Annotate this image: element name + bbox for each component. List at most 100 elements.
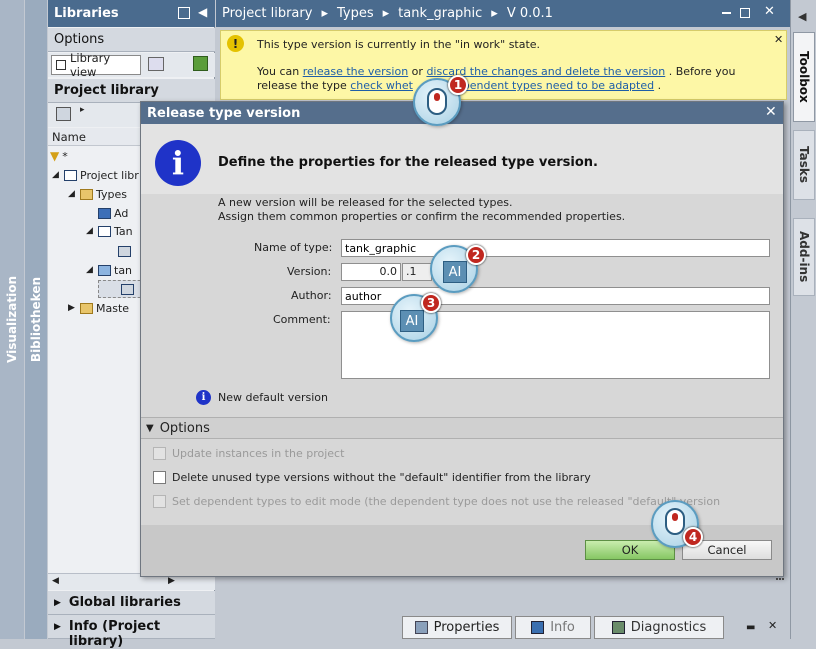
close-icon[interactable]: ✕: [764, 4, 775, 19]
scroll-left-icon[interactable]: ◀: [52, 576, 59, 586]
step-2-badge: 2: [466, 245, 486, 265]
warning-text: or: [411, 65, 423, 78]
addins-tab-label: Add-ins: [797, 231, 811, 283]
breadcrumb-types[interactable]: Types: [337, 6, 374, 21]
tree-tank-1[interactable]: ◢ Tan: [86, 222, 133, 240]
text-cursor-icon: AI: [400, 310, 424, 332]
link-text: dependent types need to be adapted: [449, 79, 655, 92]
properties-icon: [414, 621, 428, 634]
author-label: Author:: [291, 289, 332, 302]
breadcrumb-tank-graphic[interactable]: tank_graphic: [398, 6, 482, 21]
toolbox-tab-label: Toolbox: [797, 51, 811, 103]
version-minor-value: .1: [406, 265, 417, 278]
right-strip-arrow-icon[interactable]: ◀: [798, 10, 806, 23]
step-3-badge: 3: [421, 293, 441, 313]
options-section-header[interactable]: ▼ Options: [141, 417, 783, 439]
expand-icon[interactable]: ▶: [68, 303, 77, 313]
addins-tab[interactable]: Add-ins: [793, 218, 815, 296]
info-project-library-label: Info (Project library): [68, 619, 161, 649]
bottom-tab-bar: Properties Info Diagnostics ▬ ✕: [216, 614, 790, 639]
dialog-header-area: i Define the properties for the released…: [141, 124, 783, 194]
update-instances-checkbox: [153, 447, 166, 460]
pane-arrow-icon[interactable]: ◀: [198, 5, 207, 19]
dialog-close-icon[interactable]: ✕: [765, 104, 777, 120]
properties-label: Properties: [433, 620, 500, 635]
tree-label: Project libr: [80, 168, 139, 182]
minimize-icon[interactable]: [722, 12, 731, 14]
collapse-icon[interactable]: ◢: [86, 226, 95, 236]
warning-close-icon[interactable]: ✕: [774, 33, 783, 46]
libraries-title: Libraries: [54, 6, 119, 21]
warning-line2: You can release the version or discard t…: [257, 65, 735, 78]
global-libraries-label: Global libraries: [68, 595, 181, 610]
tree-tank-2[interactable]: ◢ tan: [86, 261, 132, 279]
library-add-icon[interactable]: [193, 56, 208, 71]
project-library-label: Project library: [54, 83, 159, 98]
bibliotheken-tab[interactable]: Bibliotheken: [25, 0, 47, 639]
default-version-info-icon: i: [196, 390, 211, 405]
warning-text: release the type: [257, 79, 347, 92]
option-delete-unused[interactable]: Delete unused type versions without the …: [153, 471, 591, 484]
editor-breadcrumb-bar: Project library ▸ Types ▸ tank_graphic ▸…: [216, 0, 790, 27]
info-label: Info: [550, 620, 575, 635]
breadcrumb-version[interactable]: V 0.0.1: [507, 6, 553, 21]
diagnostics-tab[interactable]: Diagnostics: [594, 616, 724, 639]
breadcrumb-arrow-icon: ▸: [321, 6, 328, 21]
comment-label: Comment:: [273, 313, 331, 326]
tree-tank-1-version[interactable]: [118, 242, 131, 260]
check-dependent-link[interactable]: check whet dependent types need to be ada…: [350, 79, 654, 92]
delete-unused-checkbox[interactable]: [153, 471, 166, 484]
bottom-minimize-icon[interactable]: ▬: [746, 622, 755, 633]
breadcrumb-project-library[interactable]: Project library: [222, 6, 312, 21]
collapse-icon[interactable]: ◢: [52, 170, 61, 180]
option-update-instances: Update instances in the project: [153, 447, 344, 460]
tasks-tab[interactable]: Tasks: [793, 130, 815, 200]
version-major-field[interactable]: 0.0: [341, 263, 401, 281]
tree-label: Maste: [96, 301, 130, 315]
filter-row[interactable]: ▼ *: [50, 147, 68, 165]
expand-arrow-icon[interactable]: ▸: [80, 105, 85, 115]
option-set-dependent: Set dependent types to edit mode (the de…: [153, 495, 720, 508]
toolbox-tab[interactable]: Toolbox: [793, 32, 815, 122]
collapse-icon[interactable]: ◢: [86, 265, 95, 275]
version-label: Version:: [287, 265, 332, 278]
warning-text: You can: [257, 65, 300, 78]
library-view-icon: [56, 60, 66, 70]
library-settings-icon[interactable]: [148, 57, 164, 71]
library-view-button[interactable]: Library view: [51, 51, 141, 79]
pane-layout-icon[interactable]: [178, 7, 190, 19]
scroll-right-icon[interactable]: ▶: [168, 576, 175, 586]
tree-types[interactable]: ◢ Types: [68, 185, 127, 203]
name-col-label: Name: [52, 130, 86, 144]
library-icon: [64, 169, 77, 181]
info-icon: i: [155, 140, 201, 186]
project-library-header[interactable]: Project library: [48, 79, 215, 103]
version-major-value: 0.0: [379, 265, 398, 278]
tree-project-library[interactable]: ◢ Project libr: [52, 166, 139, 184]
maximize-icon[interactable]: [740, 8, 750, 18]
dialog-title: Release type version: [147, 105, 301, 121]
properties-tab[interactable]: Properties: [402, 616, 512, 639]
global-libraries-header[interactable]: ▶ Global libraries: [48, 591, 215, 615]
filter-icon: ▼: [50, 149, 60, 163]
info-tab[interactable]: Info: [515, 616, 591, 639]
options-header[interactable]: Options: [48, 28, 215, 52]
tree-add-type[interactable]: Ad: [98, 204, 128, 222]
visualization-tab[interactable]: Visualization: [0, 0, 24, 639]
version-icon: [121, 283, 134, 295]
grid-view-icon[interactable]: [56, 107, 71, 121]
info-project-library-header[interactable]: ▶ Info (Project library): [48, 615, 215, 649]
tree-label: Tan: [114, 224, 133, 238]
bottom-close-icon[interactable]: ✕: [768, 619, 777, 632]
release-version-link[interactable]: release the version: [303, 65, 408, 78]
collapse-icon[interactable]: ◢: [68, 189, 77, 199]
name-of-type-field[interactable]: [341, 239, 770, 257]
folder-icon: [80, 188, 93, 200]
warning-bar: ! ✕ This type version is currently in th…: [220, 30, 787, 100]
version-icon: [118, 245, 131, 257]
tree-master-copies[interactable]: ▶ Maste: [68, 299, 129, 317]
tree-label: tan: [114, 263, 133, 277]
version-minor-field[interactable]: .1: [402, 263, 432, 281]
options-title: Options: [159, 420, 210, 436]
expand-icon: ▶: [54, 622, 61, 632]
